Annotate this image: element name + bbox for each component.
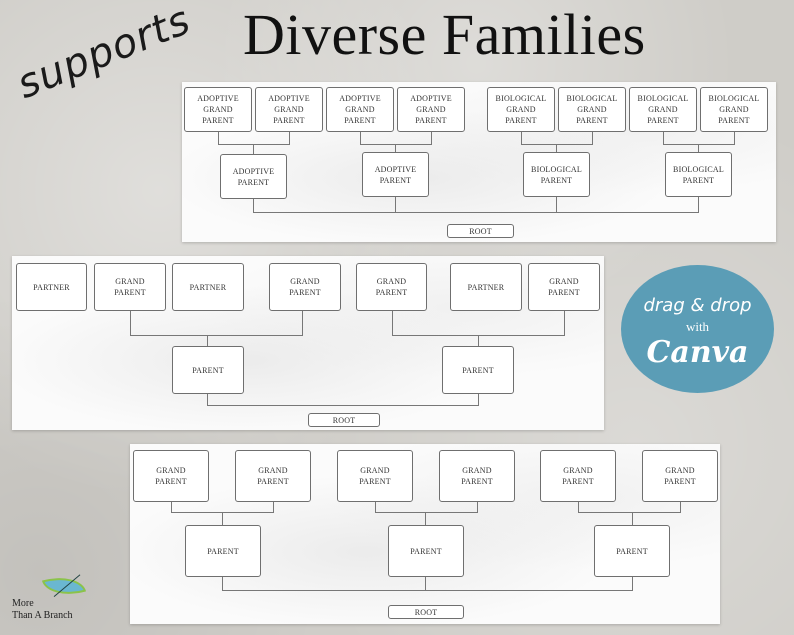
tree-node-parent[interactable]: PARENT — [594, 525, 670, 577]
connector-line — [207, 405, 479, 406]
canva-badge: drag & drop with Canva — [621, 265, 774, 393]
tree-node-grandparent[interactable]: ADOPTIVE GRAND PARENT — [255, 87, 323, 132]
connector-line — [395, 197, 396, 212]
connector-line — [207, 335, 208, 346]
tree-node-parent[interactable]: ADOPTIVE PARENT — [220, 154, 287, 199]
tree-node-grandparent[interactable]: ADOPTIVE GRAND PARENT — [184, 87, 252, 132]
tree-panel-adoptive-biological: ADOPTIVE GRAND PARENT ADOPTIVE GRAND PAR… — [182, 82, 776, 242]
tree-node-grandparent[interactable]: BIOLOGICAL GRAND PARENT — [629, 87, 697, 132]
connector-line — [564, 311, 565, 335]
connector-line — [698, 144, 699, 152]
connector-line — [556, 197, 557, 212]
tree-node-root[interactable]: ROOT — [447, 224, 514, 238]
page-title: Diverse Families — [243, 2, 646, 67]
tree-node-parent[interactable]: PARENT — [172, 346, 244, 394]
connector-line — [663, 144, 735, 145]
connector-line — [425, 512, 426, 525]
tree-node-grandparent[interactable]: BIOLOGICAL GRAND PARENT — [558, 87, 626, 132]
tree-node-grandparent[interactable]: GRAND PARENT — [337, 450, 413, 502]
connector-line — [253, 212, 699, 213]
tree-node-grandparent[interactable]: ADOPTIVE GRAND PARENT — [326, 87, 394, 132]
tree-node-parent[interactable]: BIOLOGICAL PARENT — [665, 152, 732, 197]
connector-line — [663, 132, 664, 144]
tree-node-grandparent[interactable]: GRAND PARENT — [642, 450, 718, 502]
tree-node-grandparent[interactable]: GRAND PARENT — [269, 263, 341, 311]
connector-line — [425, 577, 426, 590]
connector-line — [521, 144, 593, 145]
connector-line — [632, 512, 633, 525]
connector-line — [253, 144, 254, 154]
tree-panel-partners: PARTNER GRAND PARENT PARTNER GRAND PAREN… — [12, 256, 604, 430]
connector-line — [253, 199, 254, 212]
badge-canva-text: Canva — [646, 335, 749, 370]
connector-line — [734, 132, 735, 144]
tree-node-parent[interactable]: PARENT — [185, 525, 261, 577]
connector-line — [302, 311, 303, 335]
connector-line — [680, 502, 681, 512]
connector-line — [218, 132, 219, 144]
tree-node-parent[interactable]: PARENT — [442, 346, 514, 394]
connector-line — [521, 132, 522, 144]
tree-node-partner[interactable]: PARTNER — [172, 263, 244, 311]
badge-with-text: with — [685, 319, 710, 334]
connector-line — [578, 502, 579, 512]
tree-node-grandparent[interactable]: ADOPTIVE GRAND PARENT — [397, 87, 465, 132]
connector-line — [171, 502, 172, 512]
tree-node-root[interactable]: ROOT — [388, 605, 464, 619]
tree-node-grandparent[interactable]: GRAND PARENT — [133, 450, 209, 502]
tree-node-grandparent[interactable]: GRAND PARENT — [439, 450, 515, 502]
connector-line — [130, 335, 303, 336]
supports-script-text: supports — [10, 0, 198, 108]
badge-drag-drop-text: drag & drop — [643, 295, 752, 316]
connector-line — [222, 590, 633, 591]
connector-line — [207, 394, 208, 405]
tree-node-partner[interactable]: PARTNER — [450, 263, 522, 311]
connector-line — [273, 502, 274, 512]
tree-node-root[interactable]: ROOT — [308, 413, 380, 427]
connector-line — [375, 512, 478, 513]
connector-line — [289, 132, 290, 144]
connector-line — [392, 311, 393, 335]
connector-line — [478, 394, 479, 405]
tree-node-parent[interactable]: ADOPTIVE PARENT — [362, 152, 429, 197]
tree-node-grandparent[interactable]: GRAND PARENT — [94, 263, 166, 311]
connector-line — [477, 502, 478, 512]
connector-line — [698, 197, 699, 212]
leaf-icon — [41, 570, 87, 602]
tree-node-parent[interactable]: PARENT — [388, 525, 464, 577]
connector-line — [632, 577, 633, 590]
tree-node-grandparent[interactable]: GRAND PARENT — [540, 450, 616, 502]
connector-line — [130, 311, 131, 335]
connector-line — [375, 502, 376, 512]
tree-node-grandparent[interactable]: GRAND PARENT — [356, 263, 427, 311]
brand-name-line2: Than A Branch — [12, 610, 73, 621]
tree-node-parent[interactable]: BIOLOGICAL PARENT — [523, 152, 590, 197]
connector-line — [395, 144, 396, 152]
connector-line — [222, 512, 223, 525]
tree-node-grandparent[interactable]: GRAND PARENT — [235, 450, 311, 502]
tree-panel-grandparents: GRAND PARENT GRAND PARENT GRAND PARENT G… — [130, 444, 720, 624]
connector-line — [578, 512, 681, 513]
connector-line — [592, 132, 593, 144]
connector-line — [478, 335, 479, 346]
connector-line — [222, 577, 223, 590]
connector-line — [431, 132, 432, 144]
connector-line — [360, 132, 361, 144]
connector-line — [556, 144, 557, 152]
tree-node-partner[interactable]: PARTNER — [16, 263, 87, 311]
tree-node-grandparent[interactable]: GRAND PARENT — [528, 263, 600, 311]
tree-node-grandparent[interactable]: BIOLOGICAL GRAND PARENT — [487, 87, 555, 132]
brand-name-line1: More — [12, 598, 34, 609]
tree-node-grandparent[interactable]: BIOLOGICAL GRAND PARENT — [700, 87, 768, 132]
connector-line — [360, 144, 432, 145]
connector-line — [218, 144, 290, 145]
